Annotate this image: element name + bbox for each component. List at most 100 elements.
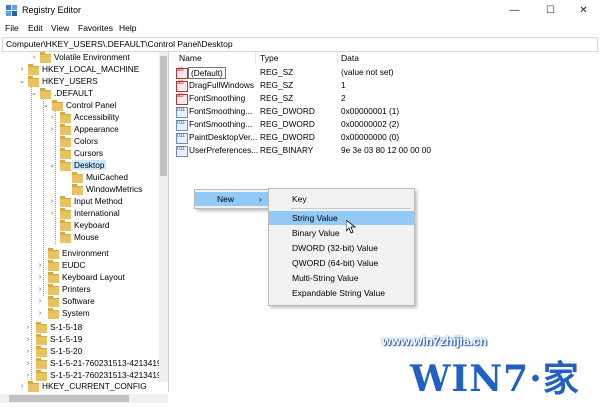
value-data: 9e 3e 03 80 12 00 00 00 (341, 145, 431, 155)
column-data[interactable]: Data (341, 53, 359, 63)
expand-icon[interactable]: › (48, 209, 56, 219)
tree-item-colors[interactable]: Colors (0, 136, 168, 148)
tree-horizontal-scrollbar[interactable] (0, 394, 168, 403)
expand-icon[interactable]: › (18, 65, 26, 75)
value-row[interactable]: (Default) REG_SZ (value not set) (172, 67, 592, 79)
folder-icon (48, 308, 59, 319)
tree-item-input-method[interactable]: › Input Method (0, 196, 168, 208)
expand-icon[interactable]: › (30, 53, 38, 63)
value-row[interactable]: FontSmoothing... REG_DWORD 0x00000001 (1… (172, 106, 592, 118)
scrollbar-thumb[interactable] (160, 56, 167, 176)
menu-item-qword-value[interactable]: QWORD (64-bit) Value (269, 256, 414, 270)
column-name[interactable]: Name (179, 53, 202, 63)
folder-icon (36, 334, 47, 345)
column-type[interactable]: Type (260, 53, 278, 63)
address-bar[interactable]: Computer\HKEY_USERS\.DEFAULT\Control Pan… (2, 37, 598, 52)
tree-item-hkey-users[interactable]: ⌄ HKEY_USERS (0, 76, 168, 88)
tree-item-eudc[interactable]: › EUDC (0, 260, 168, 272)
value-name: FontSmoothing (189, 93, 246, 103)
expand-icon[interactable]: › (36, 285, 44, 295)
expand-icon[interactable]: › (36, 297, 44, 307)
expand-icon[interactable]: › (48, 113, 56, 123)
scrollbar-thumb[interactable] (9, 395, 129, 402)
tree-item-system[interactable]: › System (0, 308, 168, 320)
tree-item-accessibility[interactable]: › Accessibility (0, 112, 168, 124)
tree-item-environment[interactable]: Environment (0, 248, 168, 260)
value-data: 1 (341, 80, 346, 90)
tree-item-international[interactable]: › International (0, 208, 168, 220)
tree-item-muicached[interactable]: MuiCached (0, 172, 168, 184)
menu-item-string-value[interactable]: String Value (269, 211, 414, 225)
string-value-icon (176, 80, 188, 92)
value-row[interactable]: UserPreferences... REG_BINARY 9e 3e 03 8… (172, 145, 592, 157)
menu-item-new[interactable]: New › (195, 192, 271, 206)
minimize-button[interactable]: — (498, 0, 531, 21)
expand-icon[interactable]: › (24, 371, 32, 381)
menu-separator (291, 208, 411, 209)
value-type: REG_SZ (260, 67, 294, 77)
folder-icon (28, 76, 39, 87)
menu-file[interactable]: File (5, 23, 19, 33)
collapse-icon[interactable]: ⌄ (42, 101, 50, 111)
close-button[interactable]: ✕ (567, 0, 600, 21)
folder-icon (48, 284, 59, 295)
expand-icon[interactable]: › (24, 359, 32, 369)
expand-icon[interactable]: › (48, 197, 56, 207)
folder-icon (48, 248, 59, 259)
menu-item-key[interactable]: Key (269, 192, 414, 206)
folder-icon (40, 88, 51, 99)
watermark-logo: WIN7·家 (410, 358, 580, 400)
menu-item-dword-value[interactable]: DWORD (32-bit) Value (269, 241, 414, 255)
tree-item-windowmetrics[interactable]: WindowMetrics (0, 184, 168, 196)
tree-item-cursors[interactable]: Cursors (0, 148, 168, 160)
menu-view[interactable]: View (51, 23, 69, 33)
folder-icon (60, 148, 71, 159)
value-name: PaintDesktopVer... (189, 132, 258, 142)
collapse-icon[interactable]: ⌄ (30, 89, 38, 99)
menu-bar: File Edit View Favorites Help (0, 21, 600, 36)
folder-icon (36, 370, 47, 381)
menu-item-multi-string-value[interactable]: Multi-String Value (269, 271, 414, 285)
menu-favorites[interactable]: Favorites (78, 23, 113, 33)
tree-item-s-1-5-21-a[interactable]: › S-1-5-21-760231513-42134192 (0, 358, 168, 370)
values-header: Name Type Data (172, 52, 596, 64)
tree-item-s-1-5-18[interactable]: › S-1-5-18 (0, 322, 168, 334)
value-row[interactable]: FontSmoothing... REG_DWORD 0x00000002 (2… (172, 119, 592, 131)
expand-icon[interactable]: › (24, 323, 32, 333)
expand-icon[interactable]: › (24, 335, 32, 345)
tree-vertical-scrollbar[interactable] (159, 52, 168, 382)
tree-item-hkey-local-machine[interactable]: › HKEY_LOCAL_MACHINE (0, 64, 168, 76)
tree-item-s-1-5-19[interactable]: › S-1-5-19 (0, 334, 168, 346)
expand-icon[interactable]: › (36, 261, 44, 271)
expand-icon[interactable]: › (36, 273, 44, 283)
tree-item-keyboard-layout[interactable]: › Keyboard Layout (0, 272, 168, 284)
value-row[interactable]: PaintDesktopVer... REG_DWORD 0x00000000 … (172, 132, 592, 144)
value-row[interactable]: FontSmoothing REG_SZ 2 (172, 93, 592, 105)
menu-item-expandable-string-value[interactable]: Expandable String Value (269, 286, 414, 300)
menu-edit[interactable]: Edit (28, 23, 43, 33)
menu-help[interactable]: Help (119, 23, 136, 33)
collapse-icon[interactable]: ⌄ (18, 77, 26, 87)
expand-icon[interactable]: › (36, 309, 44, 319)
tree-item-control-panel[interactable]: ⌄ Control Panel (0, 100, 168, 112)
tree-item-keyboard[interactable]: Keyboard (0, 220, 168, 232)
tree-item-appearance[interactable]: › Appearance (0, 124, 168, 136)
tree-item-software[interactable]: › Software (0, 296, 168, 308)
maximize-button[interactable]: ☐ (534, 0, 567, 21)
value-name: (Default) (188, 67, 226, 79)
folder-icon (48, 260, 59, 271)
expand-icon[interactable]: › (18, 382, 26, 392)
menu-item-binary-value[interactable]: Binary Value (269, 226, 414, 240)
expand-icon[interactable]: › (48, 125, 56, 135)
tree-item-printers[interactable]: › Printers (0, 284, 168, 296)
tree-item-desktop[interactable]: ⌄ Desktop (0, 160, 168, 172)
tree-item-default[interactable]: ⌄ .DEFAULT (0, 88, 168, 100)
tree-item-volatile-environment[interactable]: › Volatile Environment (0, 52, 168, 64)
tree-item-mouse[interactable]: Mouse (0, 232, 168, 244)
value-row[interactable]: DragFullWindows REG_SZ 1 (172, 80, 592, 92)
expand-icon[interactable]: › (24, 347, 32, 357)
tree-item-hkey-current-config[interactable]: › HKEY_CURRENT_CONFIG (0, 381, 168, 393)
collapse-icon[interactable]: ⌄ (48, 161, 56, 171)
tree-item-s-1-5-20[interactable]: › S-1-5-20 (0, 346, 168, 358)
folder-icon (48, 296, 59, 307)
